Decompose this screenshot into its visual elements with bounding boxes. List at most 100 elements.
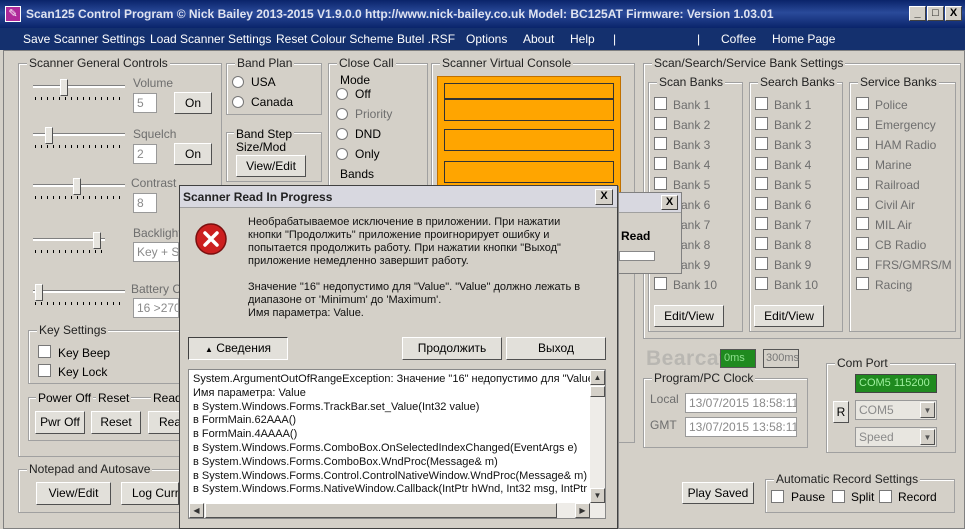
console-line (444, 83, 614, 99)
play-saved-button[interactable]: Play Saved (682, 482, 754, 504)
reset-button[interactable]: Reset (91, 411, 141, 434)
power-off-button[interactable]: Pwr Off (35, 411, 85, 434)
clock-title: Program/PC Clock (652, 371, 756, 385)
volume-slider[interactable] (33, 79, 125, 100)
search-bank-checkbox[interactable] (755, 257, 768, 270)
squelch-slider[interactable] (33, 127, 125, 148)
menu-help[interactable]: Help (570, 32, 595, 46)
scan-banks-edit-button[interactable]: Edit/View (654, 305, 724, 327)
service-bank-checkbox[interactable] (856, 257, 869, 270)
service-bank-checkbox[interactable] (856, 177, 869, 190)
speed-select[interactable]: Speed ▼ (855, 427, 937, 447)
service-bank-label: MIL Air (875, 218, 912, 232)
menu-reset-colour[interactable]: Reset Colour Scheme (276, 32, 393, 46)
reset-title: Reset (96, 391, 132, 405)
read-button[interactable]: Rea (148, 411, 180, 434)
error-dialog-close-button[interactable]: X (595, 189, 613, 205)
maximize-button[interactable]: □ (927, 6, 944, 21)
vertical-scrollbar[interactable]: ▲ ▼ (590, 370, 605, 503)
scan-bank-checkbox[interactable] (654, 137, 667, 150)
search-bank-checkbox[interactable] (755, 97, 768, 110)
key-beep-checkbox[interactable] (38, 345, 51, 358)
scan-bank-label: Bank 3 (673, 138, 711, 152)
close-call-off-label: Off (355, 87, 371, 101)
band-plan-usa-radio[interactable] (232, 76, 244, 88)
battery-value: 16 >270 (133, 298, 179, 318)
close-call-dnd-radio[interactable] (336, 128, 348, 140)
scroll-down-icon[interactable]: ▼ (590, 488, 605, 503)
split-checkbox[interactable] (832, 490, 845, 503)
details-button[interactable]: ▲ Сведения (188, 337, 288, 360)
key-lock-checkbox[interactable] (38, 364, 51, 377)
notepad-view-edit-button[interactable]: View/Edit (36, 482, 111, 505)
menu-bar: Save Scanner Settings Load Scanner Setti… (0, 28, 965, 50)
minimize-button[interactable]: _ (909, 6, 926, 21)
search-banks-title: Search Banks (758, 75, 837, 89)
search-bank-checkbox[interactable] (755, 117, 768, 130)
scroll-thumb[interactable] (205, 503, 557, 518)
contrast-slider[interactable] (33, 178, 125, 199)
scroll-left-icon[interactable]: ◀ (189, 503, 204, 518)
close-call-bands-title: Bands (340, 167, 375, 181)
band-step-view-edit-button[interactable]: View/Edit (236, 155, 306, 177)
exception-details-textbox[interactable]: System.ArgumentOutOfRangeException: Знач… (188, 369, 606, 519)
menu-options[interactable]: Options (466, 32, 507, 46)
menu-butel-rsf[interactable]: Butel .RSF (397, 32, 455, 46)
squelch-on-button[interactable]: On (174, 143, 212, 165)
delay-indicator-300ms[interactable]: 300ms (763, 349, 799, 368)
error-dialog-titlebar: Scanner Read In Progress X (180, 186, 617, 208)
pause-checkbox[interactable] (771, 490, 784, 503)
read-dialog-close-button[interactable]: X (661, 195, 678, 210)
service-bank-checkbox[interactable] (856, 137, 869, 150)
search-bank-checkbox[interactable] (755, 237, 768, 250)
search-bank-checkbox[interactable] (755, 177, 768, 190)
exit-button[interactable]: Выход (506, 337, 606, 360)
search-bank-checkbox[interactable] (755, 217, 768, 230)
service-bank-checkbox[interactable] (856, 237, 869, 250)
service-bank-checkbox[interactable] (856, 157, 869, 170)
close-button[interactable]: X (945, 6, 962, 21)
scan-bank-checkbox[interactable] (654, 277, 667, 290)
search-banks-edit-button[interactable]: Edit/View (754, 305, 824, 327)
service-bank-checkbox[interactable] (856, 277, 869, 290)
service-bank-checkbox[interactable] (856, 117, 869, 130)
service-bank-checkbox[interactable] (856, 197, 869, 210)
service-bank-checkbox[interactable] (856, 97, 869, 110)
search-bank-checkbox[interactable] (755, 137, 768, 150)
close-call-off-radio[interactable] (336, 88, 348, 100)
scan-bank-checkbox[interactable] (654, 157, 667, 170)
menu-about[interactable]: About (523, 32, 554, 46)
search-bank-checkbox[interactable] (755, 197, 768, 210)
com-port-refresh-button[interactable]: R (833, 401, 849, 423)
band-plan-canada-radio[interactable] (232, 96, 244, 108)
horizontal-scrollbar[interactable]: ◀ ▶ (189, 503, 605, 518)
battery-slider[interactable] (33, 284, 125, 305)
close-call-priority-label: Priority (355, 107, 393, 121)
scan-bank-checkbox[interactable] (654, 177, 667, 190)
search-bank-label: Bank 4 (774, 158, 812, 172)
band-step-subtitle: Size/Mod (236, 140, 287, 154)
menu-load-settings[interactable]: Load Scanner Settings (150, 32, 271, 46)
record-checkbox[interactable] (879, 490, 892, 503)
scan-bank-checkbox[interactable] (654, 97, 667, 110)
backlight-slider[interactable] (33, 232, 105, 253)
volume-on-button[interactable]: On (174, 92, 212, 114)
contrast-value: 8 (133, 193, 157, 213)
scan-bank-checkbox[interactable] (654, 117, 667, 130)
service-bank-checkbox[interactable] (856, 217, 869, 230)
close-call-priority-radio[interactable] (336, 108, 348, 120)
local-time-label: Local (650, 392, 679, 406)
com-port-select[interactable]: COM5 ▼ (855, 400, 937, 420)
close-call-only-radio[interactable] (336, 148, 348, 160)
scroll-right-icon[interactable]: ▶ (575, 503, 590, 518)
menu-save-settings[interactable]: Save Scanner Settings (23, 32, 145, 46)
scroll-thumb[interactable] (590, 386, 605, 397)
log-current-button[interactable]: Log Curre (121, 482, 179, 505)
search-bank-checkbox[interactable] (755, 277, 768, 290)
read-dialog-label: Read (621, 229, 651, 243)
menu-home-page[interactable]: Home Page (772, 32, 835, 46)
scroll-up-icon[interactable]: ▲ (590, 370, 605, 385)
search-bank-checkbox[interactable] (755, 157, 768, 170)
menu-coffee[interactable]: Coffee (721, 32, 756, 46)
continue-button[interactable]: Продолжить (402, 337, 502, 360)
